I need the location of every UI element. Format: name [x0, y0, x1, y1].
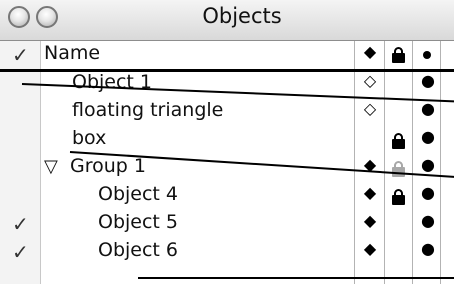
object-name[interactable]: Object 5: [98, 211, 178, 233]
disclosure-triangle-icon[interactable]: ▽: [44, 156, 58, 177]
lock-toggle-icon[interactable]: [392, 189, 405, 205]
callout-line: [138, 277, 454, 279]
object-name[interactable]: Object 6: [98, 239, 178, 261]
list-item[interactable]: ✓ Object 6 ◆ ●: [0, 238, 454, 266]
visibility-column-icon[interactable]: ◆: [357, 42, 383, 61]
visibility-toggle-icon[interactable]: ◇: [357, 99, 383, 118]
list-item[interactable]: ▽ Group 1 ◆ ●: [0, 154, 454, 182]
visibility-toggle-icon[interactable]: ◆: [357, 239, 383, 258]
visibility-toggle-icon[interactable]: ◇: [357, 71, 383, 90]
dot-column-icon[interactable]: [423, 51, 431, 59]
group-name[interactable]: Group 1: [70, 155, 146, 177]
title-bar[interactable]: Objects: [0, 0, 454, 41]
object-name[interactable]: floating triangle: [72, 99, 223, 121]
dot-toggle-icon[interactable]: ●: [415, 99, 441, 118]
dot-toggle-icon[interactable]: ●: [415, 155, 441, 174]
visibility-toggle-icon[interactable]: ◆: [357, 183, 383, 202]
name-column-header[interactable]: Name: [44, 42, 100, 64]
dot-toggle-icon[interactable]: ●: [415, 127, 441, 146]
dot-toggle-icon[interactable]: ●: [415, 211, 441, 230]
dot-toggle-icon[interactable]: ●: [415, 71, 441, 90]
list-header: ✓ Name ◆: [0, 41, 454, 71]
lock-toggle-icon[interactable]: [392, 133, 405, 149]
object-name[interactable]: box: [72, 127, 106, 149]
lock-column-icon[interactable]: [392, 47, 405, 63]
row-check-icon[interactable]: ✓: [12, 240, 29, 264]
dot-toggle-icon[interactable]: ●: [415, 183, 441, 202]
list-item[interactable]: box ●: [0, 126, 454, 154]
window-title: Objects: [202, 4, 282, 28]
list-item[interactable]: floating triangle ◇ ●: [0, 98, 454, 126]
row-check-icon[interactable]: ✓: [12, 212, 29, 236]
objects-window: Objects ✓ Name ◆ Object 1 ◇ ● floating t…: [0, 0, 454, 284]
list-item[interactable]: ✓ Object 5 ◆ ●: [0, 210, 454, 238]
visibility-toggle-icon[interactable]: ◆: [357, 211, 383, 230]
object-name[interactable]: Object 4: [98, 183, 178, 205]
callout-line: [0, 70, 454, 72]
dot-toggle-icon[interactable]: ●: [415, 239, 441, 258]
header-check-icon[interactable]: ✓: [12, 43, 29, 67]
list-item[interactable]: Object 4 ◆ ●: [0, 182, 454, 210]
